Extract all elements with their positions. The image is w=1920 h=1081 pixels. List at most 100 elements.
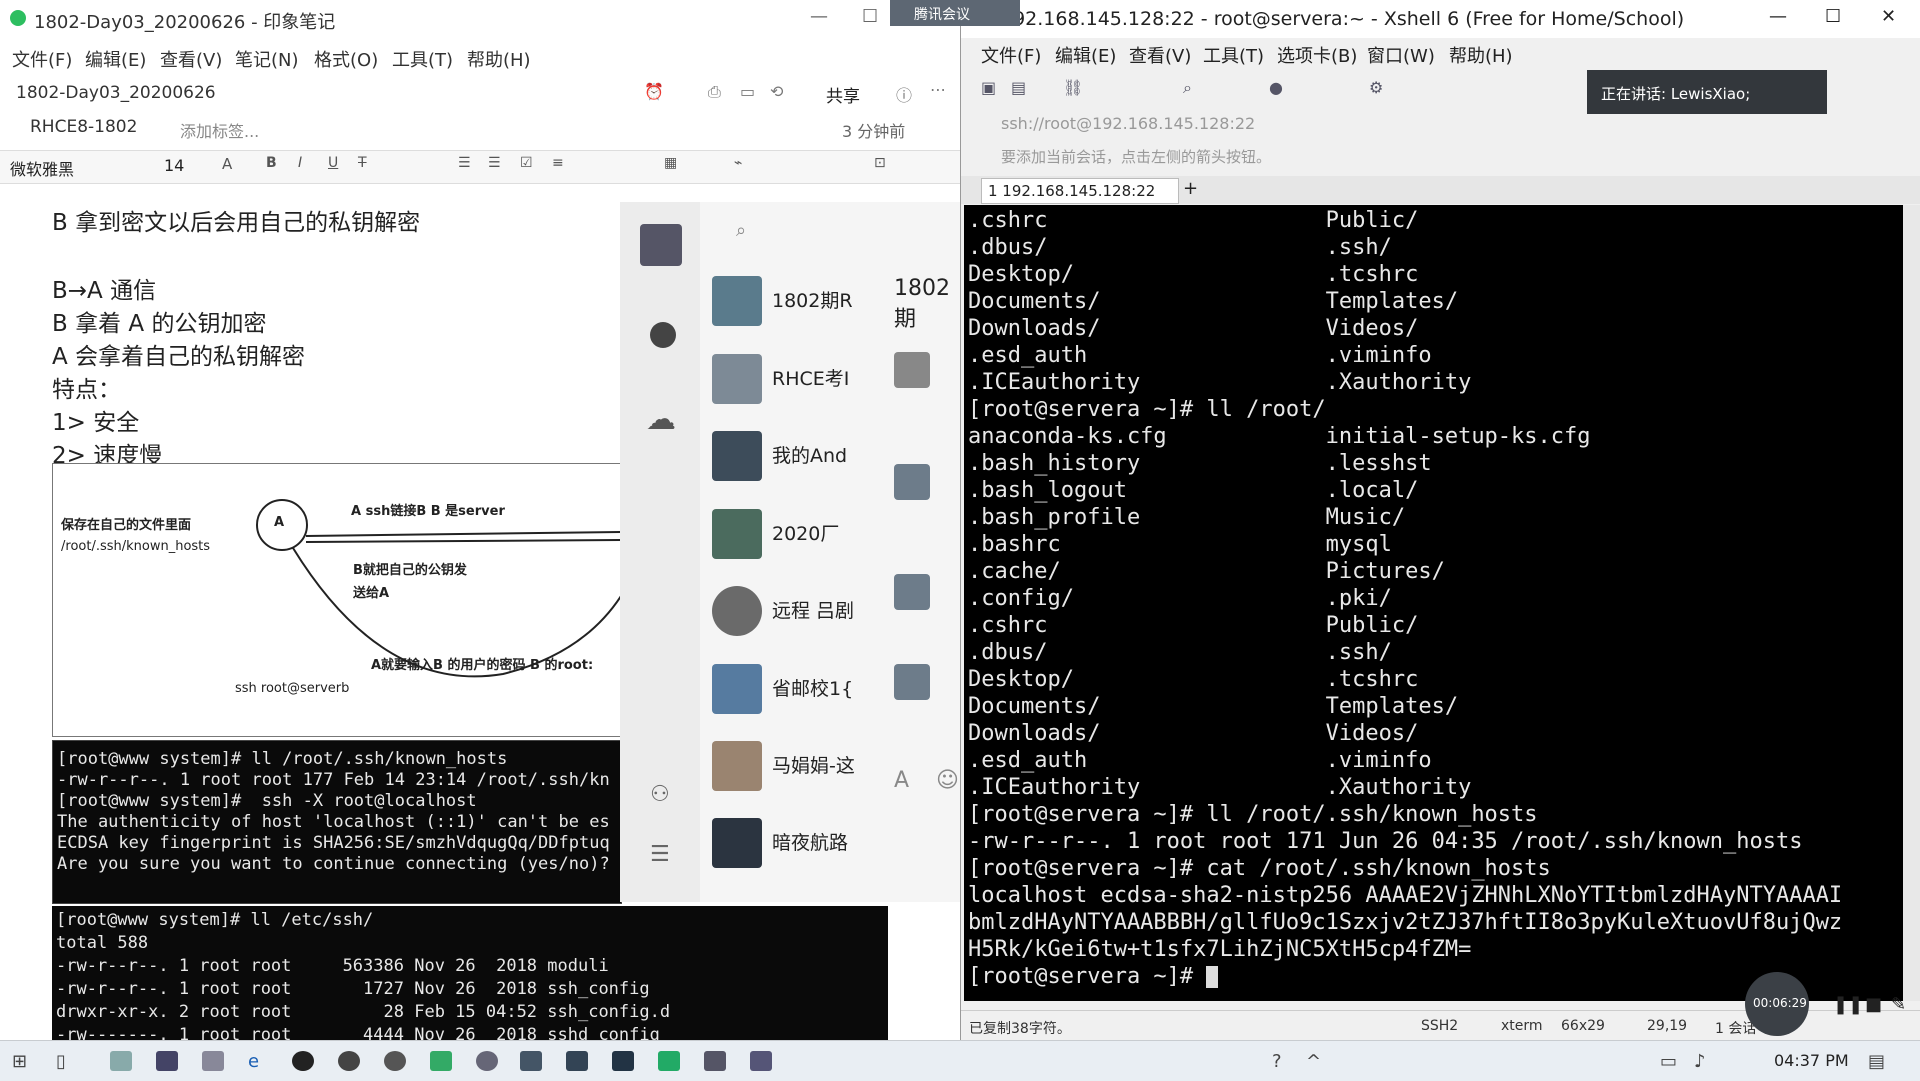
minimize-icon[interactable]: — <box>810 6 828 27</box>
explorer-icon[interactable] <box>110 1051 132 1071</box>
session-tab[interactable]: 1 192.168.145.128:22 <box>981 178 1179 204</box>
stop-icon[interactable]: ■ <box>1865 994 1882 1015</box>
app-icon[interactable] <box>384 1051 406 1071</box>
pen-icon[interactable]: ✎ <box>1891 994 1906 1015</box>
app-icon[interactable] <box>430 1051 452 1071</box>
app-icon[interactable] <box>612 1051 634 1071</box>
print-icon[interactable]: ⎙ <box>708 82 721 102</box>
address-bar[interactable]: ssh://root@192.168.145.128:22 <box>961 110 1920 138</box>
maximize-icon[interactable]: ☐ <box>862 6 878 27</box>
app-icon[interactable] <box>566 1051 588 1071</box>
attach-icon[interactable]: ⌁ <box>734 155 742 171</box>
task-view-icon[interactable]: ▯ <box>56 1051 66 1072</box>
menu-view[interactable]: 查看(V) <box>160 46 222 72</box>
menu-format[interactable]: 格式(O) <box>314 46 378 72</box>
menu-tools[interactable]: 工具(T) <box>1203 42 1264 68</box>
open-icon[interactable]: ▤ <box>1011 78 1026 97</box>
app-icon[interactable] <box>292 1051 314 1071</box>
meeting-timer-widget[interactable]: 00:06:29 <box>1745 972 1809 1036</box>
info-icon[interactable]: ⓘ <box>896 82 912 106</box>
align-icon[interactable]: ≡ <box>552 155 564 171</box>
scrollbar[interactable] <box>1903 205 1920 1001</box>
underline-icon[interactable]: U <box>328 155 338 171</box>
menu-window[interactable]: 窗口(W) <box>1367 42 1435 68</box>
bold-icon[interactable]: B <box>266 155 277 171</box>
menu-tabs[interactable]: 选项卡(B) <box>1277 42 1357 68</box>
edge-icon[interactable]: e <box>248 1051 259 1072</box>
font-family-select[interactable]: 微软雅黑 <box>10 156 150 180</box>
pause-icon[interactable]: ❚❚ <box>1833 994 1863 1015</box>
close-icon[interactable]: ✕ <box>1881 6 1896 27</box>
app-icon[interactable] <box>338 1051 360 1071</box>
chat-list-item[interactable]: 我的And <box>712 425 882 485</box>
menu-icon[interactable]: ☰ <box>650 842 670 867</box>
lock-icon[interactable]: ⊡ <box>874 155 886 171</box>
more-icon[interactable]: ⋯ <box>930 80 946 99</box>
chat-list-item[interactable]: 2020厂 <box>712 503 882 563</box>
avatar[interactable] <box>640 224 682 266</box>
menu-help[interactable]: 帮助(H) <box>467 46 531 72</box>
chat-list-item[interactable]: 1802期R <box>712 270 882 330</box>
italic-icon[interactable]: I <box>298 155 302 171</box>
xshell-terminal[interactable]: .cshrc Public/.dbus/ .ssh/Desktop/ .tcsh… <box>964 205 1904 1001</box>
note-body[interactable]: B 拿到密文以后会用自己的私钥解密 B→A 通信 B 拿着 A 的公钥加密 A … <box>0 183 640 483</box>
notification-icon[interactable]: ▤ <box>1868 1051 1885 1072</box>
menu-file[interactable]: 文件(F) <box>981 42 1041 68</box>
checkbox-icon[interactable]: ☑ <box>520 155 533 171</box>
clock-time[interactable]: 04:37 PM <box>1774 1051 1849 1070</box>
emoji-icon[interactable]: ☺ <box>936 768 959 793</box>
help-icon[interactable]: ? <box>1272 1051 1282 1072</box>
notebook-selector[interactable]: RHCE8-1802 <box>30 117 137 137</box>
chat-list-item[interactable]: 马娟娟-这 <box>712 735 882 795</box>
app-icon[interactable] <box>202 1051 224 1071</box>
chat-list-item[interactable]: 暗夜航路 <box>712 812 882 872</box>
address-text[interactable]: ssh://root@192.168.145.128:22 <box>1001 114 1255 133</box>
reconnect-icon[interactable]: ⛓ <box>1063 78 1083 97</box>
app-icon[interactable] <box>520 1051 542 1071</box>
menu-view[interactable]: 查看(V) <box>1129 42 1191 68</box>
chat-list-item[interactable]: RHCE考I <box>712 348 882 408</box>
windows-start-icon[interactable]: ⊞ <box>12 1051 27 1072</box>
menu-note[interactable]: 笔记(N) <box>235 46 299 72</box>
cloud-icon[interactable]: ☁ <box>646 402 676 437</box>
table-icon[interactable]: ▦ <box>664 155 677 171</box>
find-icon[interactable]: ⌕ <box>1183 78 1192 98</box>
add-tag-input[interactable]: 添加标签... <box>180 118 259 142</box>
font-icon[interactable]: A <box>894 768 909 793</box>
search-icon[interactable]: ⌕ <box>736 220 746 241</box>
chat-list-item[interactable]: 省邮校1{ <box>712 658 882 718</box>
menu-help[interactable]: 帮助(H) <box>1449 42 1513 68</box>
app-icon[interactable] <box>658 1051 680 1071</box>
numbered-list-icon[interactable]: ☰ <box>488 155 501 171</box>
present-icon[interactable]: ▭ <box>740 82 755 101</box>
network-icon[interactable]: ▭ <box>1660 1051 1677 1072</box>
app-icon[interactable] <box>156 1051 178 1071</box>
chat-bubble-icon[interactable] <box>650 322 676 348</box>
globe-icon[interactable]: ● <box>1269 78 1283 97</box>
bullet-list-icon[interactable]: ☰ <box>458 155 471 171</box>
share-icon[interactable]: ⟲ <box>770 82 783 101</box>
minimize-icon[interactable]: — <box>1769 6 1787 27</box>
chevron-up-icon[interactable]: ^ <box>1306 1051 1321 1072</box>
xftp-icon[interactable]: ⚙ <box>1369 78 1383 97</box>
contacts-icon[interactable]: ⚇ <box>650 782 670 807</box>
chat-list-item[interactable]: 远程 吕剧 <box>712 580 882 640</box>
app-icon[interactable] <box>704 1051 726 1071</box>
share-button[interactable]: 共享 <box>826 82 860 107</box>
app-icon[interactable] <box>476 1051 498 1071</box>
new-session-icon[interactable]: ▣ <box>981 78 996 97</box>
font-size-select[interactable]: 14 <box>164 156 184 175</box>
menu-edit[interactable]: 编辑(E) <box>1055 42 1116 68</box>
text-color-icon[interactable]: A <box>222 155 232 173</box>
volume-icon[interactable]: ♪ <box>1694 1051 1706 1072</box>
new-tab-button[interactable]: + <box>1183 178 1198 199</box>
menu-file[interactable]: 文件(F) <box>12 46 72 72</box>
strikethrough-icon[interactable]: T <box>358 155 367 171</box>
menu-edit[interactable]: 编辑(E) <box>85 46 146 72</box>
maximize-icon[interactable]: ☐ <box>1825 6 1841 27</box>
note-title[interactable]: 1802-Day03_20200626 <box>16 83 216 103</box>
menu-tools[interactable]: 工具(T) <box>392 46 453 72</box>
reminder-icon[interactable]: ⏰ <box>644 82 664 101</box>
app-icon[interactable] <box>750 1051 772 1071</box>
meeting-title-strip: 腾讯会议 <box>890 0 1020 26</box>
